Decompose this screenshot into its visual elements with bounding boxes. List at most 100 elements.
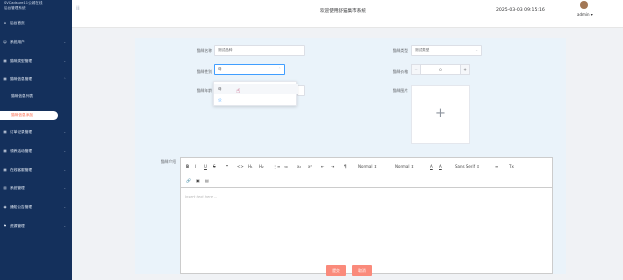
submenu-label: 猫咪信息列表 xyxy=(11,94,34,98)
gender-select[interactable]: 母 ⌃ xyxy=(214,64,285,75)
avatar[interactable] xyxy=(580,1,588,9)
bold-icon[interactable]: B xyxy=(186,164,189,169)
grid-icon: ▦ xyxy=(3,59,7,63)
cancel-button[interactable]: 取消 xyxy=(352,265,372,276)
sidebar-item-label: 通知公告管理 xyxy=(10,204,33,209)
name-value: 测试品种 xyxy=(218,48,233,52)
h2-icon[interactable]: H₂ xyxy=(259,164,264,169)
editor-placeholder[interactable]: Insert text here ... xyxy=(185,195,218,199)
submenu-cat-list[interactable]: 猫咪信息列表 xyxy=(0,92,72,101)
bullet-list-icon[interactable]: ≔ xyxy=(284,164,288,169)
sidebar-item-support[interactable]: ▦ 在线客服管理 ⌄ xyxy=(0,166,72,174)
code-icon[interactable]: <> xyxy=(237,164,244,169)
chevron-down-icon: ⌄ xyxy=(475,48,478,52)
gender-option[interactable]: 公 xyxy=(214,95,298,105)
image-icon[interactable]: ▣ xyxy=(196,178,200,183)
sidebar-item-label: 后台首页 xyxy=(10,20,25,25)
gender-dropdown: 母 公 xyxy=(213,81,298,106)
ordered-list-icon[interactable]: ⋮≡ xyxy=(273,164,280,169)
grid-icon: ▦ xyxy=(3,130,7,134)
home-icon: ⌂ xyxy=(3,21,7,25)
quote-icon[interactable]: ❞ xyxy=(226,164,228,169)
name-input[interactable]: 测试品种 xyxy=(214,45,305,56)
background-color-icon[interactable]: A xyxy=(439,164,442,169)
outdent-icon[interactable]: ⇤ xyxy=(321,164,324,169)
align-icon[interactable]: ≡ xyxy=(495,164,498,169)
chevron-down-icon: ⌄ xyxy=(63,130,66,134)
image-label: 猫咪图片 xyxy=(392,88,408,93)
price-stepper[interactable]: − 0 + xyxy=(411,64,470,75)
italic-icon[interactable]: I xyxy=(195,164,196,169)
grid-icon: ▦ xyxy=(3,149,7,153)
sidebar-item-home[interactable]: ⌂ 后台首页 xyxy=(0,19,72,27)
chevron-up-icon: ⌃ xyxy=(63,77,66,81)
video-icon[interactable]: ▤ xyxy=(205,178,209,183)
menu-toggle-icon[interactable]: ⁞⁞ xyxy=(76,6,80,12)
user-menu[interactable]: admin ▾ xyxy=(577,12,593,17)
indent-icon[interactable]: ⇥ xyxy=(331,164,334,169)
sidebar-item-system[interactable]: ▥ 系统管理 ⌄ xyxy=(0,184,72,192)
subscript-icon[interactable]: x₂ xyxy=(297,164,301,169)
globe-icon: ◉ xyxy=(3,205,7,209)
price-label: 猫咪价格 xyxy=(392,69,408,74)
submenu-label: 猫咪信息添加 xyxy=(11,113,34,117)
age-label: 猫咪年龄 xyxy=(196,88,212,93)
sidebar-item-orders[interactable]: ▦ 订单记录管理 ⌄ xyxy=(0,128,72,136)
sidebar-item-label: 领养活动管理 xyxy=(10,148,33,153)
age-input[interactable] xyxy=(297,85,305,96)
price-value: 0 xyxy=(439,67,442,72)
flag-icon: ⚑ xyxy=(3,224,7,228)
image-uploader[interactable]: + xyxy=(411,85,470,144)
sidebar-item-label: 在线客服管理 xyxy=(10,167,33,172)
submenu-cat-add[interactable]: 猫咪信息添加 xyxy=(0,111,58,120)
gender-option[interactable]: 母 xyxy=(214,84,298,94)
increment-button[interactable]: + xyxy=(460,65,469,74)
top-bar: ⁞⁞ 欢迎使用舒猫集市系统 2025-03-03 09:15:16 admin … xyxy=(72,0,623,28)
chevron-down-icon: ⌄ xyxy=(63,149,66,153)
underline-icon[interactable]: U xyxy=(204,164,207,169)
plus-icon: + xyxy=(435,106,446,121)
sidebar-item-label: 订单记录管理 xyxy=(10,129,33,134)
strike-icon[interactable]: S xyxy=(213,164,216,169)
sidebar-item-resources[interactable]: ⚑ 资源管理 ⌄ xyxy=(0,222,72,230)
header-select[interactable]: Normal ⇕ xyxy=(395,164,414,169)
sidebar-item-cat-info[interactable]: ▦ 猫咪信息管理 ⌃ xyxy=(0,75,72,83)
clean-format-icon[interactable]: Tx xyxy=(509,164,514,169)
size-select[interactable]: Normal ⇕ xyxy=(358,164,377,169)
superscript-icon[interactable]: x² xyxy=(308,164,312,169)
decrement-button[interactable]: − xyxy=(412,65,421,74)
chevron-down-icon: ⌄ xyxy=(63,205,66,209)
sidebar-item-cat-types[interactable]: ▦ 猫咪类型管理 ⌄ xyxy=(0,57,72,65)
chevron-down-icon: ⌄ xyxy=(63,40,66,44)
sidebar-item-adoption[interactable]: ▦ 领养活动管理 ⌄ xyxy=(0,147,72,155)
chevron-down-icon: ⌄ xyxy=(63,59,66,63)
clock: 2025-03-03 09:15:16 xyxy=(496,8,545,13)
sidebar-item-label: 系统用户 xyxy=(10,39,25,44)
sidebar-item-label: 资源管理 xyxy=(10,223,25,228)
font-select[interactable]: Sans Serif ⇕ xyxy=(455,164,480,169)
chevron-up-icon: ⌃ xyxy=(278,67,281,71)
sidebar-item-notices[interactable]: ◉ 通知公告管理 ⌄ xyxy=(0,203,72,211)
chevron-down-icon: ⌄ xyxy=(63,186,66,190)
gender-option-label: 公 xyxy=(218,98,222,102)
text-color-icon[interactable]: A xyxy=(430,164,433,169)
sidebar-item-system-users[interactable]: ☺ 系统用户 ⌄ xyxy=(0,38,72,46)
h1-icon[interactable]: H₁ xyxy=(248,164,253,169)
editor-toolbar: B I U S ❞ <> H₁ H₂ ⋮≡ ≔ x₂ x² ⇤ ⇥ ¶ Norm… xyxy=(181,158,552,188)
chevron-down-icon: ⌄ xyxy=(63,224,66,228)
text-direction-icon[interactable]: ¶ xyxy=(344,164,347,169)
chevron-down-icon: ⌄ xyxy=(63,168,66,172)
grid-icon: ▦ xyxy=(3,168,7,172)
name-label: 猫咪名称 xyxy=(196,48,212,53)
system-title: 欢迎使用舒猫集市系统 xyxy=(320,9,366,14)
gender-label: 猫咪性别 xyxy=(196,69,212,74)
user-icon: ☺ xyxy=(3,40,7,44)
submit-button[interactable]: 提交 xyxy=(326,265,346,276)
link-icon[interactable]: 🔗 xyxy=(186,178,191,183)
hand-cursor-icon: ☝ xyxy=(236,87,241,95)
gender-value: 母 xyxy=(218,67,222,71)
grid-icon: ▦ xyxy=(3,77,7,81)
chart-icon: ▥ xyxy=(3,186,7,190)
type-select[interactable]: 测试类型 ⌄ xyxy=(411,45,482,56)
rich-text-editor: B I U S ❞ <> H₁ H₂ ⋮≡ ≔ x₂ x² ⇤ ⇥ ¶ Norm… xyxy=(180,157,553,274)
